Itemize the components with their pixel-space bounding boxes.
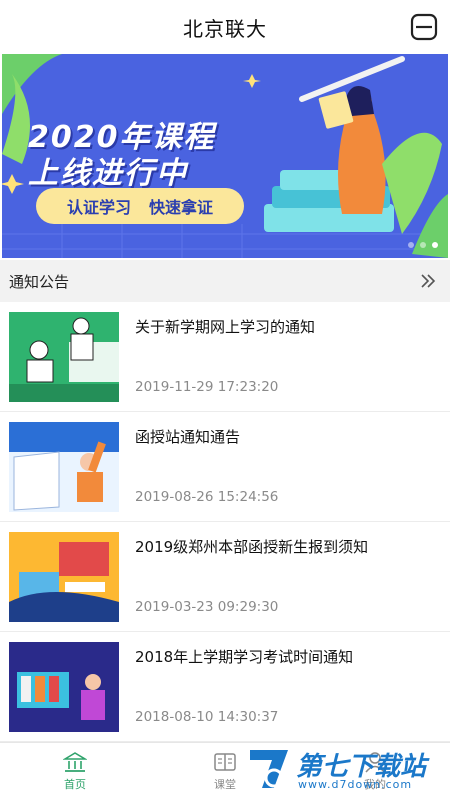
notice-title: 函授站通知通告 bbox=[135, 428, 241, 446]
list-item[interactable]: 关于新学期网上学习的通知 2019-11-29 17:23:20 bbox=[0, 302, 450, 412]
site-watermark: 第七下载站 www.d7down.com bbox=[244, 744, 444, 796]
banner-subheadline: 上线进行中 bbox=[28, 156, 188, 191]
notice-title: 2019级郑州本部函授新生报到须知 bbox=[135, 538, 369, 556]
notice-thumbnail bbox=[9, 312, 119, 402]
book-icon bbox=[214, 753, 236, 771]
notice-title: 关于新学期网上学习的通知 bbox=[135, 318, 316, 336]
list-item[interactable]: 2019级郑州本部函授新生报到须知 2019-03-23 09:29:30 bbox=[0, 522, 450, 632]
app-header: 北京联大 bbox=[0, 0, 450, 54]
home-icon bbox=[63, 752, 87, 772]
double-chevron-right-icon[interactable] bbox=[420, 273, 436, 289]
notice-list: 关于新学期网上学习的通知 2019-11-29 17:23:20 函授站通知通告… bbox=[0, 302, 450, 742]
notice-section-header[interactable]: 通知公告 bbox=[0, 260, 450, 302]
banner-pill: 认证学习 快速拿证 bbox=[36, 188, 244, 224]
notice-date: 2018-08-10 14:30:37 bbox=[135, 709, 279, 725]
carousel-dot-active[interactable] bbox=[432, 242, 438, 248]
page-title: 北京联大 bbox=[183, 16, 267, 41]
watermark-url: www.d7down.com bbox=[298, 778, 413, 791]
notice-title: 2018年上学期学习考试时间通知 bbox=[135, 648, 354, 666]
notice-thumbnail bbox=[9, 532, 119, 622]
scan-icon[interactable] bbox=[410, 13, 438, 41]
tab-home-label: 首页 bbox=[64, 778, 86, 791]
list-item[interactable]: 2018年上学期学习考试时间通知 2018-08-10 14:30:37 bbox=[0, 632, 450, 742]
banner-pill-right: 快速拿证 bbox=[149, 198, 214, 217]
list-item[interactable]: 函授站通知通告 2019-08-26 15:24:56 bbox=[0, 412, 450, 522]
tab-home[interactable]: 首页 bbox=[0, 743, 150, 800]
carousel-dot[interactable] bbox=[408, 242, 414, 248]
promo-banner[interactable]: 2020年课程 上线进行中 认证学习 快速拿证 bbox=[2, 54, 448, 258]
watermark-logo-icon bbox=[250, 750, 288, 788]
notice-date: 2019-08-26 15:24:56 bbox=[135, 489, 279, 505]
notice-thumbnail bbox=[9, 422, 119, 512]
carousel-dots bbox=[408, 242, 438, 248]
notice-date: 2019-11-29 17:23:20 bbox=[135, 379, 279, 395]
notice-thumbnail bbox=[9, 642, 119, 732]
notice-section-label: 通知公告 bbox=[9, 272, 70, 291]
carousel-dot[interactable] bbox=[420, 242, 426, 248]
banner-pill-left: 认证学习 bbox=[66, 198, 131, 217]
tab-classroom-label: 课堂 bbox=[214, 778, 236, 791]
notice-date: 2019-03-23 09:29:30 bbox=[135, 599, 279, 615]
